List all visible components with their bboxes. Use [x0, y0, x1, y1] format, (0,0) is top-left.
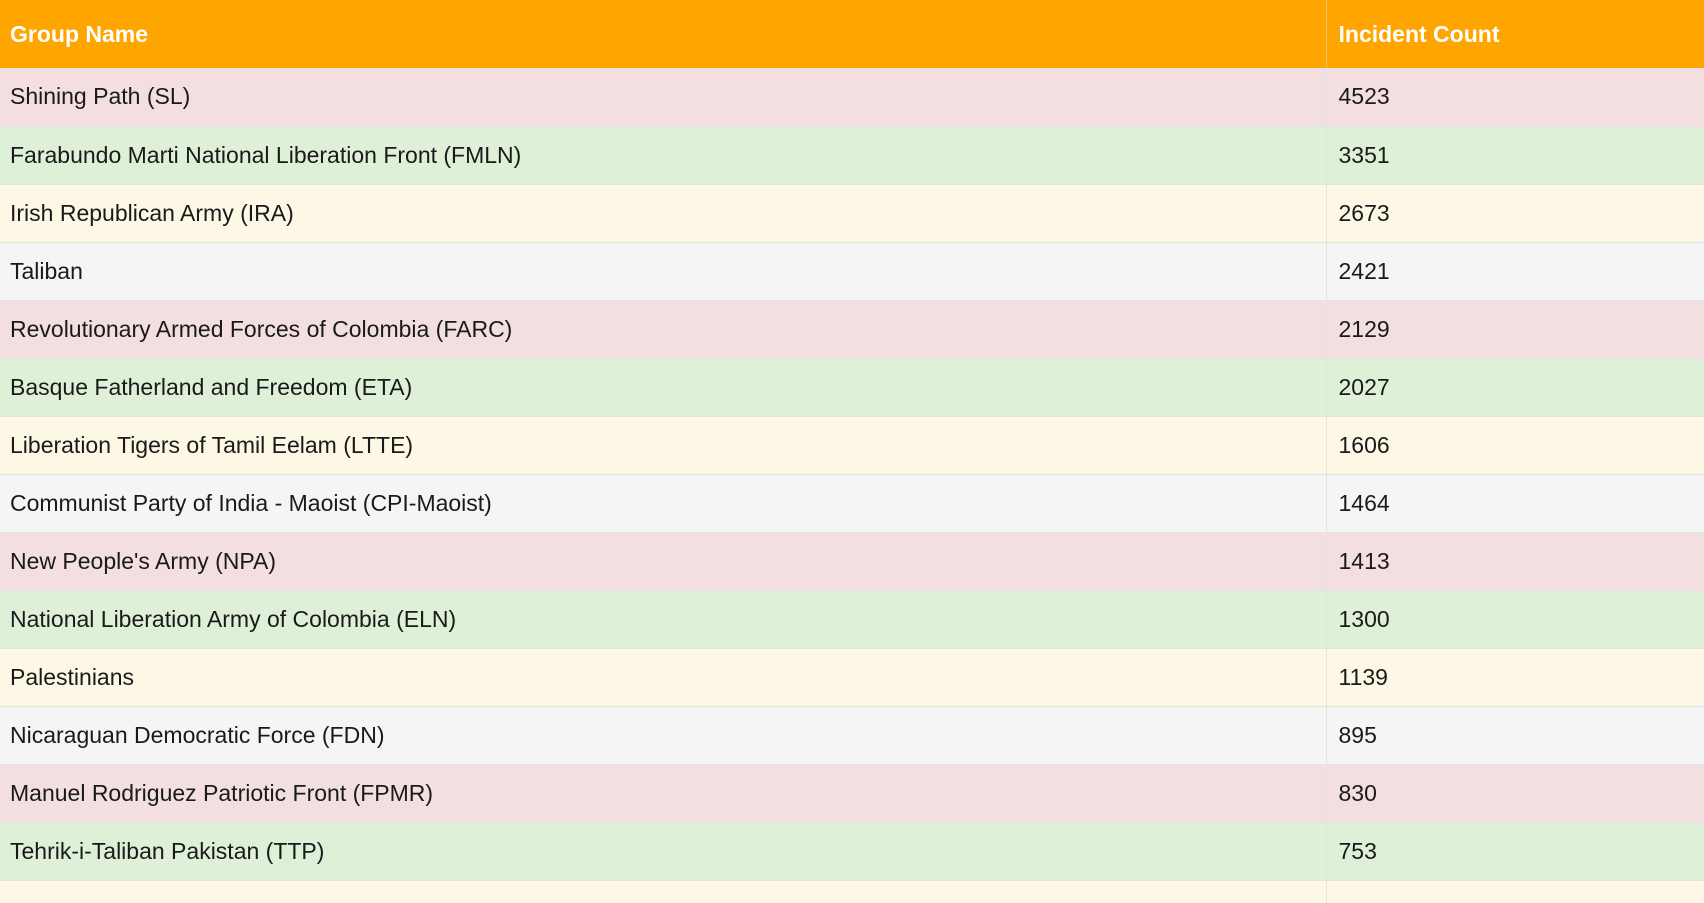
table-row: Revolutionary Armed Forces of Colombia (… — [0, 300, 1704, 358]
group-name-cell: Nicaraguan Democratic Force (FDN) — [0, 706, 1327, 764]
incident-count-cell: 1413 — [1338, 547, 1390, 574]
incident-count-cell: 830 — [1338, 779, 1377, 806]
table-row: National Liberation Army of Colombia (EL… — [0, 590, 1704, 648]
incident-count-cell: 2673 — [1338, 199, 1390, 226]
incident-count-cell: 2421 — [1338, 257, 1390, 284]
group-name-cell: Communist Party of India - Maoist (CPI-M… — [0, 474, 1327, 532]
group-name-cell: National Liberation Army of Colombia (EL… — [0, 590, 1327, 648]
incident-count-cell — [1326, 880, 1704, 903]
table-row: New People's Army (NPA) 1413 — [0, 532, 1704, 590]
group-name-cell: Shining Path (SL) — [0, 68, 1327, 126]
table-row: Irish Republican Army (IRA) 2673 — [0, 184, 1704, 242]
group-name-cell: New People's Army (NPA) — [0, 532, 1327, 590]
table-header: Group Name Incident Count — [0, 0, 1704, 68]
table-row: Palestinians 1139 — [0, 648, 1704, 706]
group-name-cell: Irish Republican Army (IRA) — [0, 184, 1327, 242]
incident-count-cell: 1464 — [1338, 489, 1390, 516]
incident-table-container: Group Name Incident Count Shining Path (… — [0, 0, 1704, 903]
group-name-header[interactable]: Group Name — [0, 0, 1327, 68]
incident-count-cell: 895 — [1338, 721, 1377, 748]
group-name-cell: Manuel Rodriguez Patriotic Front (FPMR) — [0, 764, 1327, 822]
incident-count-cell: 2027 — [1338, 373, 1390, 400]
table-row: Tehrik-i-Taliban Pakistan (TTP) 753 — [0, 822, 1704, 880]
table-row — [0, 880, 1704, 903]
incident-count-cell: 1300 — [1338, 605, 1390, 632]
table-body: Shining Path (SL) 4523 Farabundo Marti N… — [0, 68, 1704, 903]
group-name-cell: Palestinians — [0, 648, 1327, 706]
group-name-cell: Liberation Tigers of Tamil Eelam (LTTE) — [0, 416, 1327, 474]
table-row: Shining Path (SL) 4523 — [0, 68, 1704, 126]
incident-count-cell: 753 — [1338, 837, 1377, 864]
incident-count-cell: 2129 — [1338, 315, 1390, 342]
incident-table: Group Name Incident Count Shining Path (… — [0, 0, 1704, 903]
group-name-cell: Revolutionary Armed Forces of Colombia (… — [0, 300, 1327, 358]
incident-count-cell: 3351 — [1338, 141, 1390, 168]
incident-count-cell: 1606 — [1338, 431, 1390, 458]
incident-count-cell: 4523 — [1338, 83, 1390, 110]
group-name-cell — [0, 880, 1327, 903]
table-row: Taliban 2421 — [0, 242, 1704, 300]
group-name-cell: Farabundo Marti National Liberation Fron… — [0, 126, 1327, 184]
group-name-cell: Tehrik-i-Taliban Pakistan (TTP) — [0, 822, 1327, 880]
table-row: Farabundo Marti National Liberation Fron… — [0, 126, 1704, 184]
table-row: Basque Fatherland and Freedom (ETA) 2027 — [0, 358, 1704, 416]
incident-count-header[interactable]: Incident Count — [1326, 0, 1704, 68]
incident-count-cell: 1139 — [1338, 663, 1388, 690]
table-row: Communist Party of India - Maoist (CPI-M… — [0, 474, 1704, 532]
table-row: Manuel Rodriguez Patriotic Front (FPMR) … — [0, 764, 1704, 822]
group-name-cell: Taliban — [0, 242, 1327, 300]
header-row: Group Name Incident Count — [0, 0, 1704, 68]
group-name-cell: Basque Fatherland and Freedom (ETA) — [0, 358, 1327, 416]
table-row: Liberation Tigers of Tamil Eelam (LTTE) … — [0, 416, 1704, 474]
table-row: Nicaraguan Democratic Force (FDN) 895 — [0, 706, 1704, 764]
